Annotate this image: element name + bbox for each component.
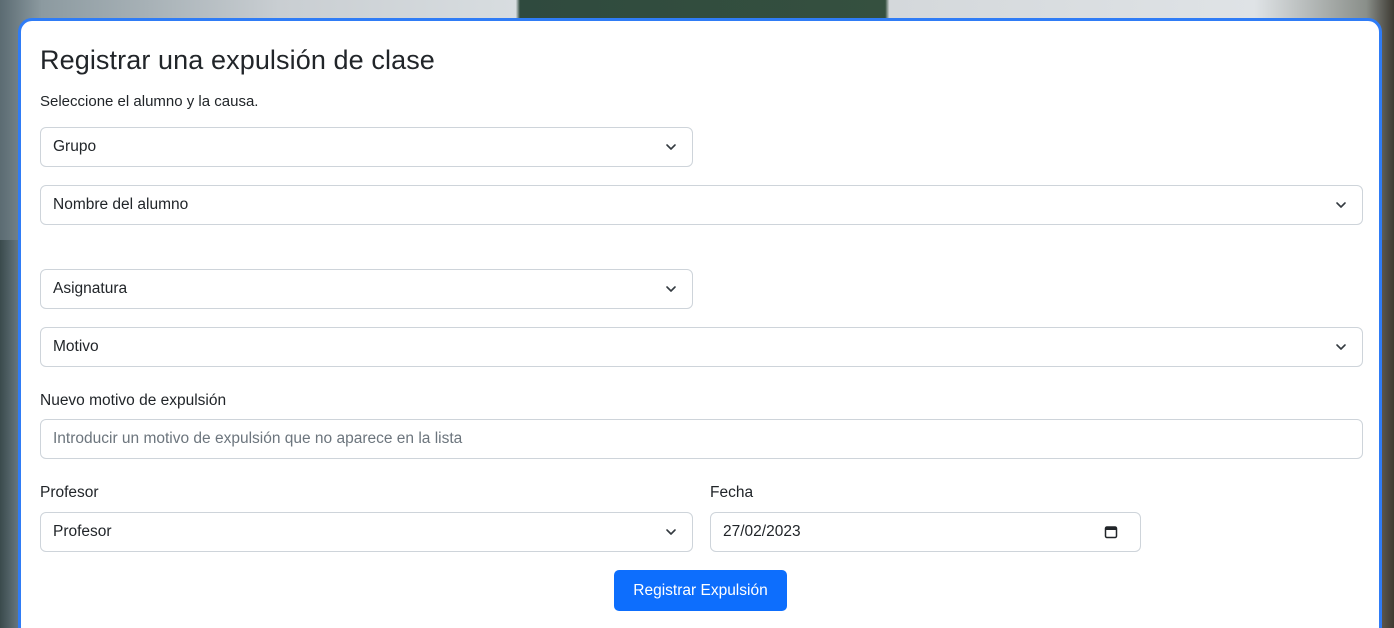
grupo-select-value: Grupo — [53, 138, 97, 155]
fecha-label: Fecha — [710, 484, 754, 501]
chevron-down-icon — [664, 525, 678, 539]
expulsion-form-card: Registrar una expulsión de clase Selecci… — [18, 18, 1382, 628]
nuevo-motivo-input[interactable]: Introducir un motivo de expulsión que no… — [40, 419, 1363, 459]
chevron-down-icon — [664, 140, 678, 154]
profesor-select-value: Profesor — [53, 523, 112, 540]
calendar-icon[interactable] — [1104, 525, 1118, 539]
profesor-select[interactable]: Profesor — [40, 512, 693, 552]
asignatura-select[interactable]: Asignatura — [40, 269, 693, 309]
grupo-select[interactable]: Grupo — [40, 127, 693, 167]
motivo-select-value: Motivo — [53, 338, 99, 355]
alumno-select[interactable]: Nombre del alumno — [40, 185, 1363, 225]
registrar-expulsion-button[interactable]: Registrar Expulsión — [614, 570, 787, 611]
chevron-down-icon — [664, 282, 678, 296]
chevron-down-icon — [1334, 198, 1348, 212]
motivo-select[interactable]: Motivo — [40, 327, 1363, 367]
fecha-value: 27/02/2023 — [723, 523, 801, 540]
alumno-select-value: Nombre del alumno — [53, 196, 189, 213]
page-subtitle: Seleccione el alumno y la causa. — [40, 93, 259, 110]
fecha-date-input[interactable]: 27/02/2023 — [710, 512, 1141, 552]
nuevo-motivo-placeholder: Introducir un motivo de expulsión que no… — [53, 430, 463, 447]
chevron-down-icon — [1334, 340, 1348, 354]
nuevo-motivo-label: Nuevo motivo de expulsión — [40, 392, 227, 409]
asignatura-select-value: Asignatura — [53, 280, 128, 297]
profesor-label: Profesor — [40, 484, 99, 501]
page-title: Registrar una expulsión de clase — [40, 45, 435, 75]
